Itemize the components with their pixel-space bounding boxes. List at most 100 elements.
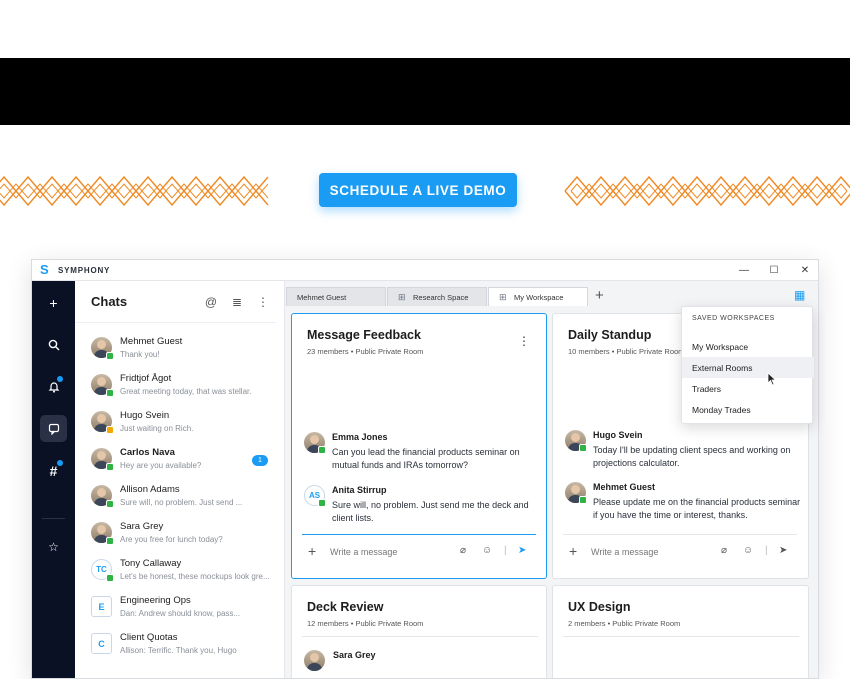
more-options-icon[interactable]: ⋮ xyxy=(518,334,530,348)
notifications-button[interactable] xyxy=(40,373,67,400)
presence-indicator xyxy=(318,446,326,454)
chats-panel: Chats @ ≣ ⋮ Mehmet Guest Thank you! Fridtj… xyxy=(75,281,285,678)
tab-research-space[interactable]: ⊞ Research Space xyxy=(387,287,487,306)
message-text: Can you lead the financial products semi… xyxy=(332,447,520,470)
chat-preview: Thank you! xyxy=(120,350,160,359)
close-button[interactable]: ✕ xyxy=(790,260,818,281)
search-button[interactable] xyxy=(40,331,67,358)
chat-preview: Allison: Terrific. Thank you, Hugo xyxy=(120,646,237,655)
menu-item-external-rooms[interactable]: External Rooms xyxy=(682,357,814,378)
rooms-button[interactable]: # xyxy=(40,457,67,484)
tab-label: My Workspace xyxy=(514,292,564,302)
tab-label: Research Space xyxy=(413,292,469,302)
new-chat-button[interactable]: + xyxy=(40,289,67,316)
plus-icon[interactable]: + xyxy=(308,543,316,559)
plus-icon: + xyxy=(49,294,58,311)
chat-preview: Great meeting today, that was stellar. xyxy=(120,387,252,396)
send-icon[interactable]: ➤ xyxy=(518,545,526,556)
message-composer[interactable]: + Write a message ⌀ ☺ | ➤ xyxy=(563,534,797,570)
mouse-cursor-icon xyxy=(767,372,777,386)
favorites-button[interactable]: ☆ xyxy=(40,533,67,560)
chat-list-item[interactable]: Mehmet Guest Thank you! xyxy=(75,332,285,369)
chat-list-item[interactable]: TC Tony Callaway Let's be honest, these mo… xyxy=(75,554,285,591)
chat-list-item[interactable]: C Client Quotas Allison: Terrific. Thank y… xyxy=(75,628,285,665)
message-author: Sara Grey xyxy=(333,650,376,660)
chats-button[interactable] xyxy=(40,415,67,442)
chat-name: Sara Grey xyxy=(120,521,164,532)
grid-icon: ⊞ xyxy=(499,292,507,302)
chat-name: Tony Callaway xyxy=(120,558,182,569)
plus-icon: + xyxy=(595,287,604,304)
emoji-icon[interactable]: ☺ xyxy=(482,545,492,556)
message-composer[interactable]: + Write a message ⌀ ☺ | ➤ xyxy=(302,534,536,570)
menu-item-my-workspace[interactable]: My Workspace xyxy=(682,336,814,357)
message-text: Please update me on the financial produc… xyxy=(593,497,801,520)
zigzag-decoration-right xyxy=(564,175,850,207)
unread-count-badge: 1 xyxy=(252,455,268,466)
workspace-tabs: Mehmet Guest ⊞ Research Space ⊞ My Workspa… xyxy=(286,287,589,306)
message-input[interactable]: Write a message xyxy=(591,547,658,557)
divider xyxy=(563,636,799,637)
presence-indicator xyxy=(106,537,114,545)
presence-indicator xyxy=(318,499,326,507)
chat-list-item[interactable]: E Engineering Ops Dan: Andrew should know,… xyxy=(75,591,285,628)
menu-item-traders[interactable]: Traders xyxy=(682,378,814,399)
add-tab-button[interactable]: + xyxy=(595,287,604,304)
bell-icon xyxy=(48,381,59,393)
workspaces-grid-icon[interactable]: ▦ xyxy=(794,288,805,302)
room-title: Deck Review xyxy=(307,600,384,614)
emoji-icon[interactable]: ☺ xyxy=(743,545,753,556)
hashtag-icon: # xyxy=(49,462,58,479)
room-subtitle: 23 members • Public Private Room xyxy=(307,347,424,356)
chat-list-item[interactable]: Allison Adams Sure will, no problem. Just… xyxy=(75,480,285,517)
chat-name: Fridtjof Ågot xyxy=(120,373,172,384)
search-icon xyxy=(48,339,59,350)
presence-indicator xyxy=(106,500,114,508)
send-icon[interactable]: ➤ xyxy=(779,545,787,556)
presence-indicator xyxy=(106,574,114,582)
room-subtitle: 12 members • Public Private Room xyxy=(307,619,424,628)
message-input[interactable]: Write a message xyxy=(330,547,397,557)
room-card-message-feedback[interactable]: Message Feedback 23 members • Public Pri… xyxy=(291,313,547,579)
chats-title: Chats xyxy=(91,294,128,309)
tab-label: Mehmet Guest xyxy=(297,292,347,302)
message-author: Mehmet Guest xyxy=(593,482,656,492)
attachment-icon[interactable]: ⌀ xyxy=(460,545,466,556)
message-text: Today I'll be updating client specs and … xyxy=(593,445,791,468)
divider: | xyxy=(765,545,768,556)
symphony-logo-icon: S xyxy=(40,262,49,277)
message-text: Sure will, no problem. Just send me the … xyxy=(332,500,529,523)
more-options-icon[interactable]: ⋮ xyxy=(250,295,276,309)
chat-preview: Let's be honest, these mockups look gre.… xyxy=(120,572,270,581)
filter-list-icon[interactable]: ≣ xyxy=(224,295,250,309)
message-author: Emma Jones xyxy=(332,432,388,442)
chat-list-item[interactable]: Fridtjof Ågot Great meeting today, that w… xyxy=(75,369,285,406)
presence-indicator xyxy=(106,426,114,434)
tab-my-workspace[interactable]: ⊞ My Workspace xyxy=(488,287,588,306)
chat-list-item[interactable]: Carlos Nava Hey are you available? 1 xyxy=(75,443,285,480)
unread-dot xyxy=(57,376,63,382)
tab-mehmet-guest[interactable]: Mehmet Guest xyxy=(286,287,386,306)
minimize-button[interactable]: — xyxy=(729,260,759,281)
chat-name: Hugo Svein xyxy=(120,410,170,421)
chat-preview: Sure will, no problem. Just send ... xyxy=(120,498,243,507)
plus-icon[interactable]: + xyxy=(569,543,577,559)
chat-preview: Just waiting on Rich. xyxy=(120,424,194,433)
chats-header: Chats @ ≣ ⋮ xyxy=(75,281,276,323)
divider xyxy=(302,636,538,637)
message-author: Anita Stirrup xyxy=(332,485,387,495)
maximize-button[interactable]: ☐ xyxy=(759,260,789,281)
menu-header: SAVED WORKSPACES xyxy=(692,315,775,322)
app-name: SYMPHONY xyxy=(58,265,111,275)
message-author: Hugo Svein xyxy=(593,430,643,440)
attachment-icon[interactable]: ⌀ xyxy=(721,545,727,556)
chat-list-item[interactable]: Sara Grey Are you free for lunch today? xyxy=(75,517,285,554)
menu-item-monday-trades[interactable]: Monday Trades xyxy=(682,399,814,420)
presence-indicator xyxy=(106,389,114,397)
presence-indicator xyxy=(106,352,114,360)
chat-name: Carlos Nava xyxy=(120,447,175,458)
schedule-demo-button[interactable]: SCHEDULE A LIVE DEMO xyxy=(319,173,517,207)
mentions-icon[interactable]: @ xyxy=(198,295,224,309)
presence-indicator xyxy=(106,463,114,471)
chat-list-item[interactable]: Hugo Svein Just waiting on Rich. xyxy=(75,406,285,443)
